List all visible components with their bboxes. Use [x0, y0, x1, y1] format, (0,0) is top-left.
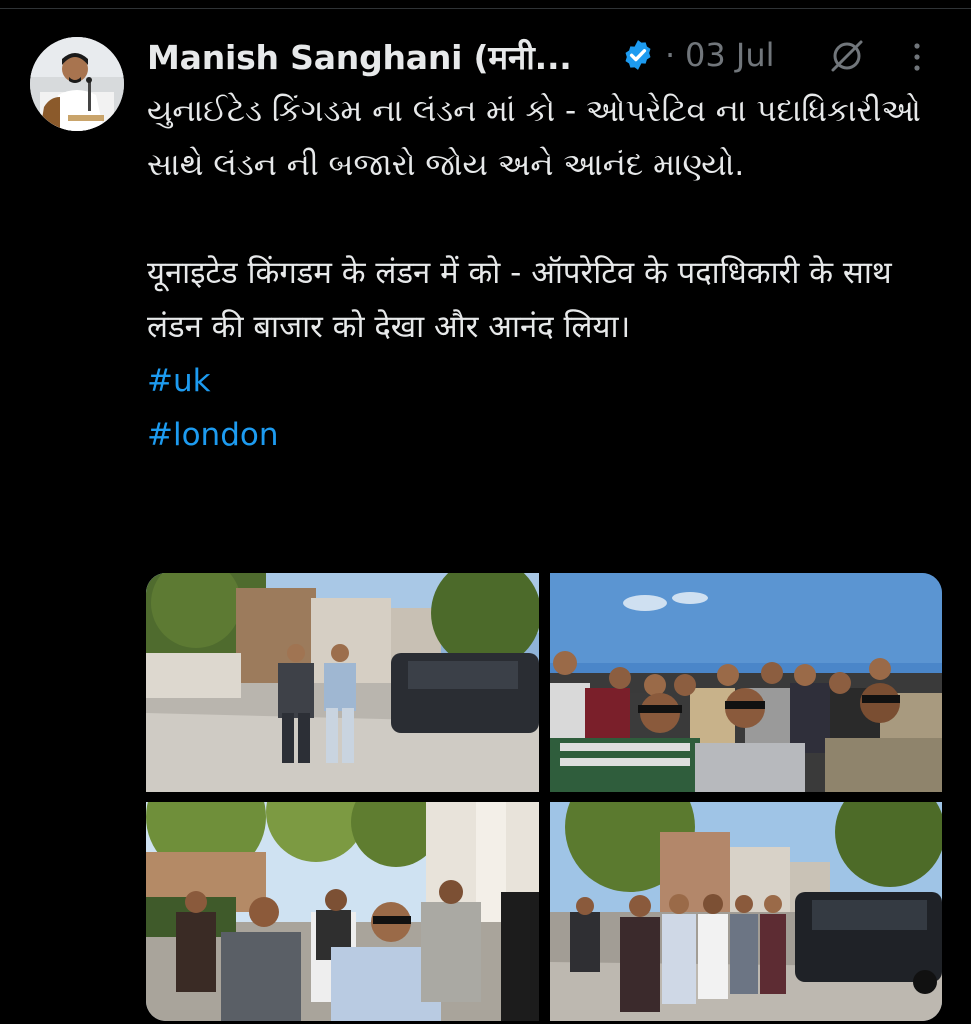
hashtag-uk[interactable]: #uk [147, 354, 947, 408]
tweet-text-hindi: यूनाइटेड किंगडम के लंडन में को - ऑपरेटिव… [147, 255, 892, 345]
top-divider [0, 8, 971, 9]
tweet-text-gujarati: યુનાઈટેડ કિંગડમ ના લંડન માં કો - ઓપરેટિવ… [147, 93, 921, 183]
grok-icon[interactable] [827, 36, 867, 76]
author-display-name[interactable]: Manish Sanghani (मनी... [147, 34, 572, 79]
more-options-icon[interactable] [909, 40, 925, 74]
photo-street-two-men[interactable] [146, 573, 539, 792]
tweet-body: યુનાઈટેડ કિંગડમ ના લંડન માં કો - ઓપરેટિવ… [147, 84, 947, 462]
photo-walking-group[interactable] [146, 802, 539, 1021]
author-avatar[interactable] [30, 37, 124, 131]
photo-group-standing[interactable] [550, 802, 942, 1021]
verified-badge-icon [625, 40, 651, 70]
meta-separator: · [665, 36, 676, 74]
avatar-photo [30, 37, 124, 131]
hashtag-london[interactable]: #london [147, 408, 947, 462]
media-grid [146, 573, 942, 1021]
photo-group-selfie[interactable] [550, 573, 942, 792]
tweet-header: Manish Sanghani (मनी... · 03 Jul [147, 30, 971, 78]
tweet-date[interactable]: 03 Jul [685, 36, 775, 74]
